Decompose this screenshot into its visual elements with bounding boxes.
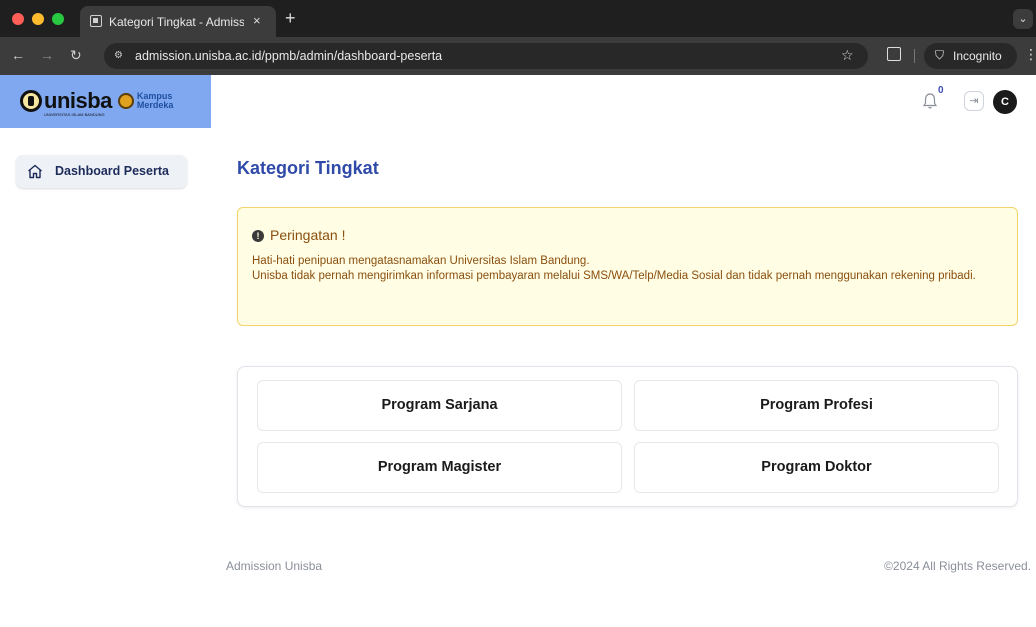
back-arrow-icon[interactable]: ← — [11, 47, 25, 63]
kampus-merdeka-emblem-icon — [117, 93, 134, 109]
logo-word: unisba — [44, 88, 112, 113]
logo-subtitle: UNIVERSITAS ISLAM BANDUNG — [44, 112, 105, 117]
incognito-icon: ⛉ — [935, 48, 945, 62]
incognito-badge[interactable]: ⛉ Incognito — [924, 43, 1017, 69]
program-profesi-button[interactable]: Program Profesi — [634, 380, 999, 431]
merdeka-line: Merdeka — [136, 100, 174, 110]
logo-area: unisba UNIVERSITAS ISLAM BANDUNG Kampus … — [0, 75, 211, 128]
maximize-window-button[interactable] — [52, 13, 64, 25]
kampus-merdeka-logo: Kampus Merdeka — [137, 92, 174, 110]
program-magister-button[interactable]: Program Magister — [257, 442, 622, 493]
program-category-card: Program Sarjana Program Profesi Program … — [237, 366, 1018, 507]
address-bar[interactable]: ⚙ admission.unisba.ac.id/ppmb/admin/dash… — [104, 43, 868, 69]
forward-arrow-icon[interactable]: → — [40, 47, 54, 63]
alert-heading: ! Peringatan ! — [252, 227, 346, 243]
notification-count: 0 — [938, 85, 944, 96]
program-sarjana-button[interactable]: Program Sarjana — [257, 380, 622, 431]
url-text[interactable]: admission.unisba.ac.id/ppmb/admin/dashbo… — [135, 49, 442, 63]
sidebar-item-dashboard-peserta[interactable]: Dashboard Peserta — [16, 155, 187, 188]
page-favicon-icon — [90, 15, 102, 27]
alert-line-2: Unisba tidak pernah mengirimkan informas… — [252, 270, 976, 282]
unisba-logo[interactable]: unisba UNIVERSITAS ISLAM BANDUNG Kampus … — [20, 87, 174, 117]
footer-copyright: ©2024 All Rights Reserved. — [884, 559, 1031, 573]
site-settings-icon[interactable]: ⚙ — [114, 49, 128, 63]
alert-body: Hati-hati penipuan mengatasnamakan Unive… — [252, 254, 1004, 284]
notification-bell-icon[interactable] — [922, 92, 938, 110]
logout-button[interactable]: ⇥ — [964, 91, 984, 111]
tab-search-chevron-icon[interactable]: ⌄ — [1013, 9, 1033, 29]
minimize-window-button[interactable] — [32, 13, 44, 25]
app-header: unisba UNIVERSITAS ISLAM BANDUNG Kampus … — [0, 75, 1036, 128]
browser-tab[interactable]: Kategori Tingkat - Admission × — [80, 6, 276, 37]
incognito-label: Incognito — [953, 49, 1002, 63]
alert-title: Peringatan ! — [270, 227, 346, 243]
sidebar-item-label: Dashboard Peserta — [55, 164, 169, 178]
browser-toolbar: ← → ↻ ⚙ admission.unisba.ac.id/ppmb/admi… — [0, 37, 1036, 75]
warning-alert: ! Peringatan ! Hati-hati penipuan mengata… — [237, 207, 1018, 326]
close-window-button[interactable] — [12, 13, 24, 25]
info-circle-icon: ! — [252, 230, 264, 242]
page-title: Kategori Tingkat — [237, 158, 379, 178]
browser-menu-icon[interactable]: ⋮ — [1024, 46, 1036, 63]
toolbar-divider — [914, 49, 915, 63]
home-icon — [28, 164, 42, 179]
new-tab-button[interactable]: + — [285, 8, 296, 29]
bookmark-star-icon[interactable]: ☆ — [841, 47, 854, 64]
extensions-icon[interactable] — [887, 47, 901, 61]
tab-close-icon[interactable]: × — [253, 13, 261, 28]
reload-icon[interactable]: ↻ — [70, 47, 82, 64]
alert-line-1: Hati-hati penipuan mengatasnamakan Unive… — [252, 255, 590, 267]
unisba-emblem-icon — [20, 90, 42, 112]
user-avatar[interactable]: C — [993, 90, 1017, 114]
browser-tab-bar: Kategori Tingkat - Admission × + ⌄ — [0, 0, 1036, 37]
footer-brand: Admission Unisba — [226, 559, 323, 573]
program-doktor-button[interactable]: Program Doktor — [634, 442, 999, 493]
tab-title: Kategori Tingkat - Admission — [109, 15, 244, 29]
